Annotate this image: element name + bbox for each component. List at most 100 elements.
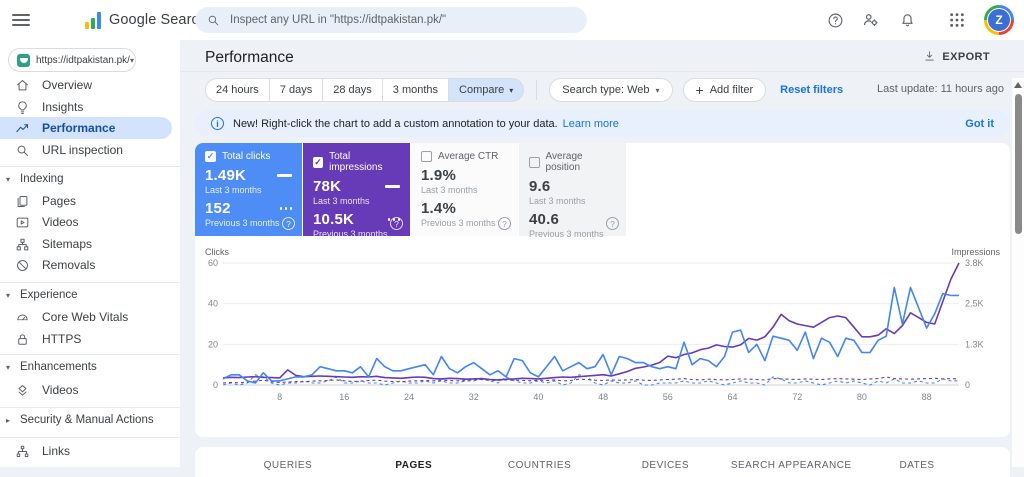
sidebar-item-videos[interactable]: Videos: [0, 211, 172, 233]
total-impressions-card[interactable]: ✓ Total impressions 78K Last 3 months 10…: [303, 143, 410, 239]
sidebar-item-core-web-vitals[interactable]: Core Web Vitals: [0, 306, 172, 328]
sidebar-section-label: Experience: [20, 289, 78, 301]
card-prev-value: 10.5K: [313, 211, 355, 228]
reset-filters-link[interactable]: Reset filters: [780, 84, 843, 96]
user-settings-icon[interactable]: [862, 11, 880, 29]
sidebar-item-https[interactable]: HTTPS: [0, 328, 172, 350]
card-period: Last 3 months: [313, 196, 370, 206]
tab-countries[interactable]: COUNTRIES: [477, 460, 603, 477]
average-ctr-card[interactable]: ✓ Average CTR 1.9% Last 3 months 1.4% Pr…: [411, 143, 518, 236]
video-icon: [14, 214, 30, 230]
compare-button[interactable]: Compare ▾: [448, 78, 525, 102]
url-inspect-input[interactable]: [230, 14, 575, 26]
tab-queries[interactable]: QUERIES: [225, 460, 351, 477]
annotation-banner: i New! Right-click the chart to add a cu…: [195, 110, 1010, 137]
sidebar-section-indexing[interactable]: ▾ Indexing: [0, 169, 180, 189]
main-content: Performance EXPORT 24 hours 7 days 28 da…: [180, 40, 1024, 477]
scrollbar-thumb[interactable]: [1014, 94, 1022, 234]
sidebar-item-removals[interactable]: Removals: [0, 254, 172, 276]
sidebar-item-performance[interactable]: Performance: [0, 117, 172, 139]
checkbox-unchecked-icon[interactable]: ✓: [529, 156, 540, 168]
tab-dates[interactable]: DATES: [854, 460, 980, 477]
card-value: 9.6: [529, 178, 551, 195]
sidebar-item-overview[interactable]: Overview: [0, 74, 172, 96]
tab-pages[interactable]: PAGES: [351, 460, 477, 477]
caret-right-icon: ▸: [6, 415, 11, 425]
lightbulb-icon: [14, 99, 30, 115]
range-3-months-button[interactable]: 3 months: [381, 78, 449, 102]
sidebar-item-label: Removals: [42, 258, 96, 272]
page-title: Performance: [205, 49, 294, 66]
help-icon[interactable]: ?: [606, 217, 619, 230]
plus-icon: +: [695, 82, 704, 98]
account-avatar[interactable]: Z: [984, 5, 1014, 35]
range-7-days-button[interactable]: 7 days: [268, 78, 323, 102]
performance-chart-svg[interactable]: 0 0 20 1.3K 40 2.5K 60 3.8K 8 16 24 32 40 48 56 64 72 80 8…: [199, 255, 1005, 423]
sidebar-item-videos-enhancement[interactable]: Videos: [0, 379, 172, 401]
help-icon[interactable]: [826, 11, 844, 29]
svg-text:16: 16: [339, 392, 349, 402]
caret-down-icon: ▾: [6, 174, 11, 184]
export-button[interactable]: EXPORT: [923, 50, 990, 63]
filter-bar: 24 hours 7 days 28 days 3 months Compare…: [205, 78, 843, 102]
range-24-hours-button[interactable]: 24 hours: [205, 78, 269, 102]
property-icon: [17, 53, 30, 67]
sidebar-section-experience[interactable]: ▾ Experience: [0, 285, 180, 305]
svg-text:64: 64: [727, 392, 737, 402]
card-period: Last 3 months: [205, 185, 262, 195]
search-type-chip[interactable]: Search type: Web ▾: [549, 78, 673, 102]
card-period: Last 3 months: [421, 185, 478, 195]
tab-search-appearance[interactable]: SEARCH APPEARANCE: [728, 460, 854, 477]
speedometer-icon: [14, 309, 30, 325]
card-title: Average CTR: [438, 151, 499, 162]
search-icon: [208, 15, 219, 25]
chevron-down-icon: ▾: [655, 85, 660, 95]
svg-text:72: 72: [792, 392, 802, 402]
info-icon: i: [211, 117, 224, 130]
sidebar-section-enhancements[interactable]: ▾ Enhancements: [0, 357, 180, 377]
help-icon[interactable]: ?: [498, 217, 511, 230]
total-clicks-card[interactable]: ✓ Total clicks 1.49K Last 3 months 152 P…: [195, 143, 302, 236]
checkbox-unchecked-icon[interactable]: ✓: [421, 151, 432, 162]
sidebar-item-label: Videos: [42, 383, 79, 397]
add-filter-chip[interactable]: + Add filter: [682, 78, 767, 102]
tab-devices[interactable]: DEVICES: [602, 460, 728, 477]
checkbox-checked-icon[interactable]: ✓: [313, 156, 324, 168]
learn-more-link[interactable]: Learn more: [563, 118, 619, 130]
sitemap-icon: [14, 236, 30, 252]
got-it-button[interactable]: Got it: [965, 118, 994, 130]
scroll-up-arrow-icon[interactable]: [1014, 82, 1022, 88]
last-update-text: Last update: 11 hours ago: [876, 83, 1004, 95]
svg-text:48: 48: [598, 392, 608, 402]
average-position-card[interactable]: ✓ Average position 9.6 Last 3 months 40.…: [519, 143, 626, 239]
range-28-days-button[interactable]: 28 days: [322, 78, 382, 102]
notifications-bell-icon[interactable]: [898, 11, 916, 29]
svg-text:80: 80: [857, 392, 867, 402]
svg-text:1.3K: 1.3K: [965, 339, 984, 349]
chevron-down-icon: ▾: [129, 55, 134, 65]
svg-text:56: 56: [663, 392, 673, 402]
sidebar-item-url-inspection[interactable]: URL inspection: [0, 139, 172, 161]
help-icon[interactable]: ?: [282, 217, 295, 230]
card-prev-period: Previous 3 months: [421, 218, 496, 228]
google-apps-grid-icon[interactable]: [948, 11, 966, 29]
card-title: Total impressions: [329, 151, 383, 173]
sidebar: https://idtpakistan.pk/ ▾ Overview Insig…: [0, 40, 180, 467]
vertical-scrollbar[interactable]: [1012, 78, 1024, 467]
sidebar-item-pages[interactable]: Pages: [0, 190, 172, 212]
help-icon[interactable]: ?: [390, 217, 403, 230]
property-selector[interactable]: https://idtpakistan.pk/ ▾: [8, 48, 136, 72]
svg-text:8: 8: [277, 392, 282, 402]
pages-icon: [14, 193, 30, 209]
checkbox-checked-icon[interactable]: ✓: [205, 151, 216, 162]
sidebar-item-insights[interactable]: Insights: [0, 96, 172, 118]
url-inspect-searchbar[interactable]: [195, 7, 587, 33]
menu-icon[interactable]: [12, 14, 30, 26]
sidebar-item-links[interactable]: Links: [0, 440, 172, 462]
sidebar-section-security[interactable]: ▸ Security & Manual Actions: [0, 410, 180, 430]
svg-text:2.5K: 2.5K: [965, 299, 984, 309]
solid-line-legend-icon: [385, 185, 400, 188]
performance-chart[interactable]: 0 0 20 1.3K 40 2.5K 60 3.8K 8 16 24 32 40 48 56 64 72 80 8…: [199, 255, 1005, 423]
sidebar-item-sitemaps[interactable]: Sitemaps: [0, 233, 172, 255]
search-type-label: Search type: Web: [562, 84, 650, 96]
